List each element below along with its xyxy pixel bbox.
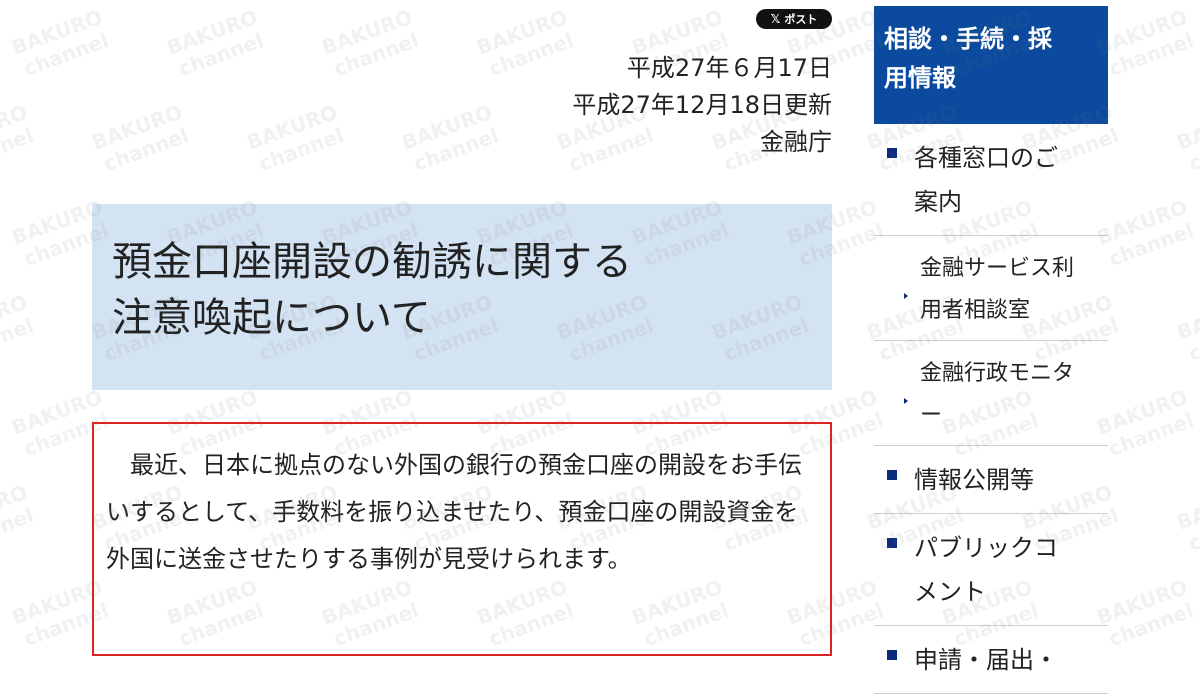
post-label: ポスト [784,13,818,26]
updated-date: 平成27年12月18日更新 [572,91,832,119]
agency-name: 金融庁 [760,128,832,156]
sidebar-item-label: 各種窓口のご [914,144,1058,172]
sidebar-heading-line2: 用情報 [884,64,956,92]
main-content: 𝕏 ポスト 平成27年６月17日 平成27年12月18日更新 金融庁 預金口座開… [0,0,850,675]
sidebar-item-label: ー [920,403,943,428]
sidebar-heading-line1: 相談・手続・採 [884,25,1052,53]
square-bullet-icon [887,538,897,548]
triangle-bullet-icon [904,398,908,404]
sidebar-item-label: 案内 [914,188,962,216]
title-box: 預金口座開設の勧誘に関する 注意喚起について [92,204,832,390]
date-block: 平成27年６月17日 平成27年12月18日更新 金融庁 [572,50,832,161]
sidebar-item-label: 用者相談室 [920,298,1031,323]
x-logo-icon: 𝕏 [770,12,781,26]
notice-text: 最近、日本に拠点のない外国の銀行の預金口座の開設をお手伝いするとして、手数料を振… [106,451,802,573]
square-bullet-icon [887,470,897,480]
sidebar-heading[interactable]: 相談・手続・採 用情報 [874,6,1108,124]
sidebar-item-label: 金融サービス利 [920,256,1075,281]
sidebar-item-label: 申請・届出・ [914,646,1058,674]
page-title-line1: 預金口座開設の勧誘に関する [112,239,632,285]
x-post-button[interactable]: 𝕏 ポスト [756,9,832,29]
page-title-line2: 注意喚起について [112,295,431,341]
square-bullet-icon [887,650,897,660]
notice-box: 最近、日本に拠点のない外国の銀行の預金口座の開設をお手伝いするとして、手数料を振… [92,422,832,656]
sidebar-menu: 各種窓口のご 案内 金融サービス利 用者相談室 金融行政モニタ ー 情報公開等 … [874,124,1108,694]
sidebar-item-label: パブリックコ [914,534,1058,562]
published-date: 平成27年６月17日 [626,54,832,82]
sidebar-item-disclosure[interactable]: 情報公開等 [874,446,1108,514]
sidebar-item-label: 情報公開等 [914,466,1034,494]
sidebar-item-applications[interactable]: 申請・届出・ [874,626,1108,694]
square-bullet-icon [887,148,897,158]
sidebar-item-public-comment[interactable]: パブリックコ メント [874,514,1108,626]
triangle-bullet-icon [904,293,908,299]
sidebar-item-label: メント [914,578,986,606]
page-title: 預金口座開設の勧誘に関する 注意喚起について [112,234,812,346]
sidebar-item-window-guide[interactable]: 各種窓口のご 案内 [874,124,1108,236]
sidebar-item-consultation-office[interactable]: 金融サービス利 用者相談室 [874,236,1108,341]
sidebar-item-label: 金融行政モニタ [920,361,1075,386]
sidebar-item-admin-monitor[interactable]: 金融行政モニタ ー [874,341,1108,446]
sidebar: 相談・手続・採 用情報 各種窓口のご 案内 金融サービス利 用者相談室 金融行政… [874,0,1200,694]
